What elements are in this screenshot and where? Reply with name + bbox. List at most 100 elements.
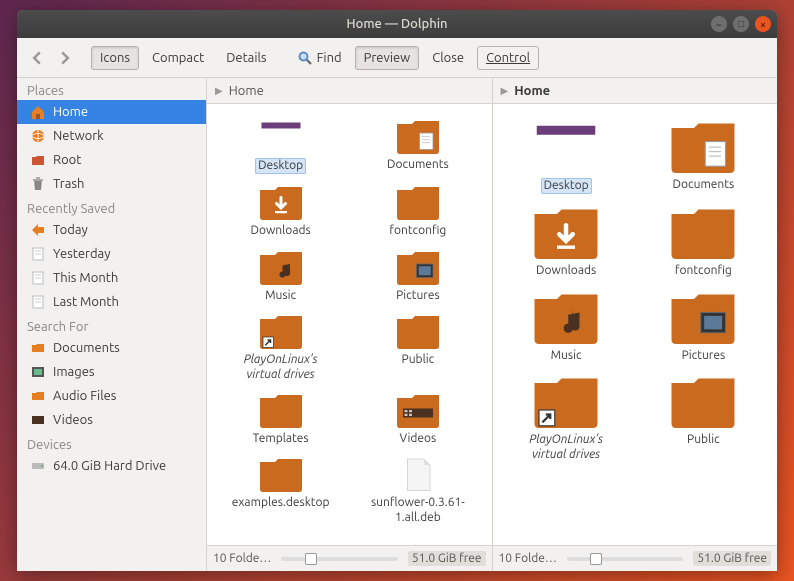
close-panel-button[interactable]: Close bbox=[423, 46, 473, 70]
folder-icon bbox=[29, 387, 47, 405]
titlebar: Home — Dolphin – □ × bbox=[17, 10, 777, 38]
file-item[interactable]: fontconfig bbox=[358, 180, 478, 240]
file-label: Documents bbox=[387, 158, 449, 172]
icons-view-button[interactable]: Icons bbox=[91, 46, 139, 70]
sidebar-header: Places bbox=[17, 78, 206, 100]
sidebar-item-64-0-gib-hard-drive[interactable]: 64.0 GiB Hard Drive bbox=[17, 454, 206, 478]
file-item[interactable]: sunflower-0.3.61-1.all.deb bbox=[358, 452, 478, 527]
file-item[interactable]: Documents bbox=[358, 114, 478, 176]
file-item[interactable]: Public bbox=[358, 309, 478, 384]
file-label: sunflower-0.3.61-1.all.deb bbox=[363, 496, 473, 525]
sidebar-item-yesterday[interactable]: Yesterday bbox=[17, 242, 206, 266]
file-item[interactable]: Downloads bbox=[501, 200, 631, 280]
sidebar-item-documents[interactable]: Documents bbox=[17, 336, 206, 360]
file-label: PlayOnLinux's virtual drives bbox=[226, 353, 336, 382]
back-button[interactable] bbox=[25, 46, 49, 70]
file-item[interactable]: Pictures bbox=[358, 245, 478, 305]
free-space: 51.0 GiB free bbox=[693, 551, 771, 566]
file-label: fontconfig bbox=[389, 224, 446, 238]
sidebar-item-audio-files[interactable]: Audio Files bbox=[17, 384, 206, 408]
file-item[interactable]: Public bbox=[638, 369, 768, 464]
file-item[interactable]: fontconfig bbox=[638, 200, 768, 280]
forward-button[interactable] bbox=[53, 46, 77, 70]
sidebar-item-videos[interactable]: Videos bbox=[17, 408, 206, 432]
sidebar-item-home[interactable]: Home bbox=[17, 100, 206, 124]
drive-icon bbox=[29, 457, 47, 475]
sidebar-header: Search For bbox=[17, 314, 206, 336]
file-label: PlayOnLinux's virtual drives bbox=[511, 433, 621, 462]
control-menu-button[interactable]: Control bbox=[477, 46, 539, 70]
sidebar-item-label: Network bbox=[53, 129, 104, 143]
file-label: Templates bbox=[253, 432, 309, 446]
sidebar-item-network[interactable]: Network bbox=[17, 124, 206, 148]
breadcrumb[interactable]: ▶ Home bbox=[493, 78, 778, 104]
chevron-right-icon: ▶ bbox=[501, 85, 509, 97]
statusbar: 10 Folde…51.0 GiB free bbox=[207, 545, 492, 571]
file-item[interactable]: Videos bbox=[358, 388, 478, 448]
breadcrumb-label: Home bbox=[514, 84, 550, 98]
file-label: Public bbox=[402, 353, 435, 367]
sidebar-item-label: Images bbox=[53, 365, 95, 379]
home-icon bbox=[29, 103, 47, 121]
preview-button[interactable]: Preview bbox=[355, 46, 420, 70]
file-label: fontconfig bbox=[675, 264, 732, 278]
file-label: Documents bbox=[673, 178, 735, 192]
sidebar-item-label: 64.0 GiB Hard Drive bbox=[53, 459, 166, 473]
file-label: Pictures bbox=[396, 289, 440, 303]
sidebar-item-label: Home bbox=[53, 105, 88, 119]
close-button[interactable]: × bbox=[755, 16, 771, 32]
sidebar-item-label: Audio Files bbox=[53, 389, 116, 403]
sidebar-item-images[interactable]: Images bbox=[17, 360, 206, 384]
file-item[interactable]: Downloads bbox=[221, 180, 341, 240]
details-view-button[interactable]: Details bbox=[217, 46, 275, 70]
videos-icon bbox=[29, 411, 47, 429]
panes: ▶ Home Desktop Documents Downloads fontcon… bbox=[207, 78, 777, 571]
minimize-button[interactable]: – bbox=[711, 16, 727, 32]
window-controls: – □ × bbox=[711, 16, 771, 32]
sidebar-item-root[interactable]: Root bbox=[17, 148, 206, 172]
compact-view-button[interactable]: Compact bbox=[143, 46, 213, 70]
sidebar-item-label: Last Month bbox=[53, 295, 119, 309]
sidebar-item-last-month[interactable]: Last Month bbox=[17, 290, 206, 314]
file-item[interactable]: Templates bbox=[221, 388, 341, 448]
maximize-button[interactable]: □ bbox=[733, 16, 749, 32]
sidebar-item-today[interactable]: Today bbox=[17, 218, 206, 242]
file-item[interactable]: Documents bbox=[638, 114, 768, 196]
file-label: Music bbox=[265, 289, 296, 303]
file-item[interactable]: Music bbox=[501, 285, 631, 365]
breadcrumb-label: Home bbox=[229, 84, 264, 98]
sidebar: Places Home Network RootTrashRecently Saved… bbox=[17, 78, 207, 571]
sidebar-item-label: This Month bbox=[53, 271, 118, 285]
file-item[interactable]: PlayOnLinux's virtual drives bbox=[221, 309, 341, 384]
sidebar-item-trash[interactable]: Trash bbox=[17, 172, 206, 196]
status-info: 10 Folde… bbox=[499, 552, 557, 565]
zoom-slider[interactable] bbox=[281, 557, 398, 561]
images-icon bbox=[29, 363, 47, 381]
breadcrumb[interactable]: ▶Home bbox=[207, 78, 492, 104]
file-item[interactable]: examples.desktop bbox=[221, 452, 341, 527]
today-icon bbox=[29, 221, 47, 239]
file-item[interactable]: Music bbox=[221, 245, 341, 305]
file-item[interactable]: Desktop bbox=[501, 114, 631, 196]
doc-icon bbox=[29, 245, 47, 263]
file-label: Downloads bbox=[536, 264, 596, 278]
body: Places Home Network RootTrashRecently Saved… bbox=[17, 78, 777, 571]
sidebar-item-label: Yesterday bbox=[53, 247, 111, 261]
find-button[interactable]: Find bbox=[288, 45, 351, 71]
file-label: examples.desktop bbox=[232, 496, 330, 510]
file-label: Music bbox=[551, 349, 582, 363]
file-item[interactable]: Desktop bbox=[221, 114, 341, 176]
file-item[interactable]: PlayOnLinux's virtual drives bbox=[501, 369, 631, 464]
file-item[interactable]: Pictures bbox=[638, 285, 768, 365]
file-label: Pictures bbox=[682, 349, 726, 363]
icon-grid[interactable]: Desktop Documents Downloads fontconfig M… bbox=[207, 104, 492, 545]
sidebar-header: Recently Saved bbox=[17, 196, 206, 218]
root-icon bbox=[29, 151, 47, 169]
zoom-slider[interactable] bbox=[567, 557, 684, 561]
icon-grid[interactable]: Desktop Documents Downloads fontconfig M… bbox=[493, 104, 778, 545]
search-icon bbox=[297, 50, 313, 66]
sidebar-item-this-month[interactable]: This Month bbox=[17, 266, 206, 290]
file-label: Public bbox=[687, 433, 720, 447]
sidebar-header: Devices bbox=[17, 432, 206, 454]
sidebar-item-label: Today bbox=[53, 223, 88, 237]
